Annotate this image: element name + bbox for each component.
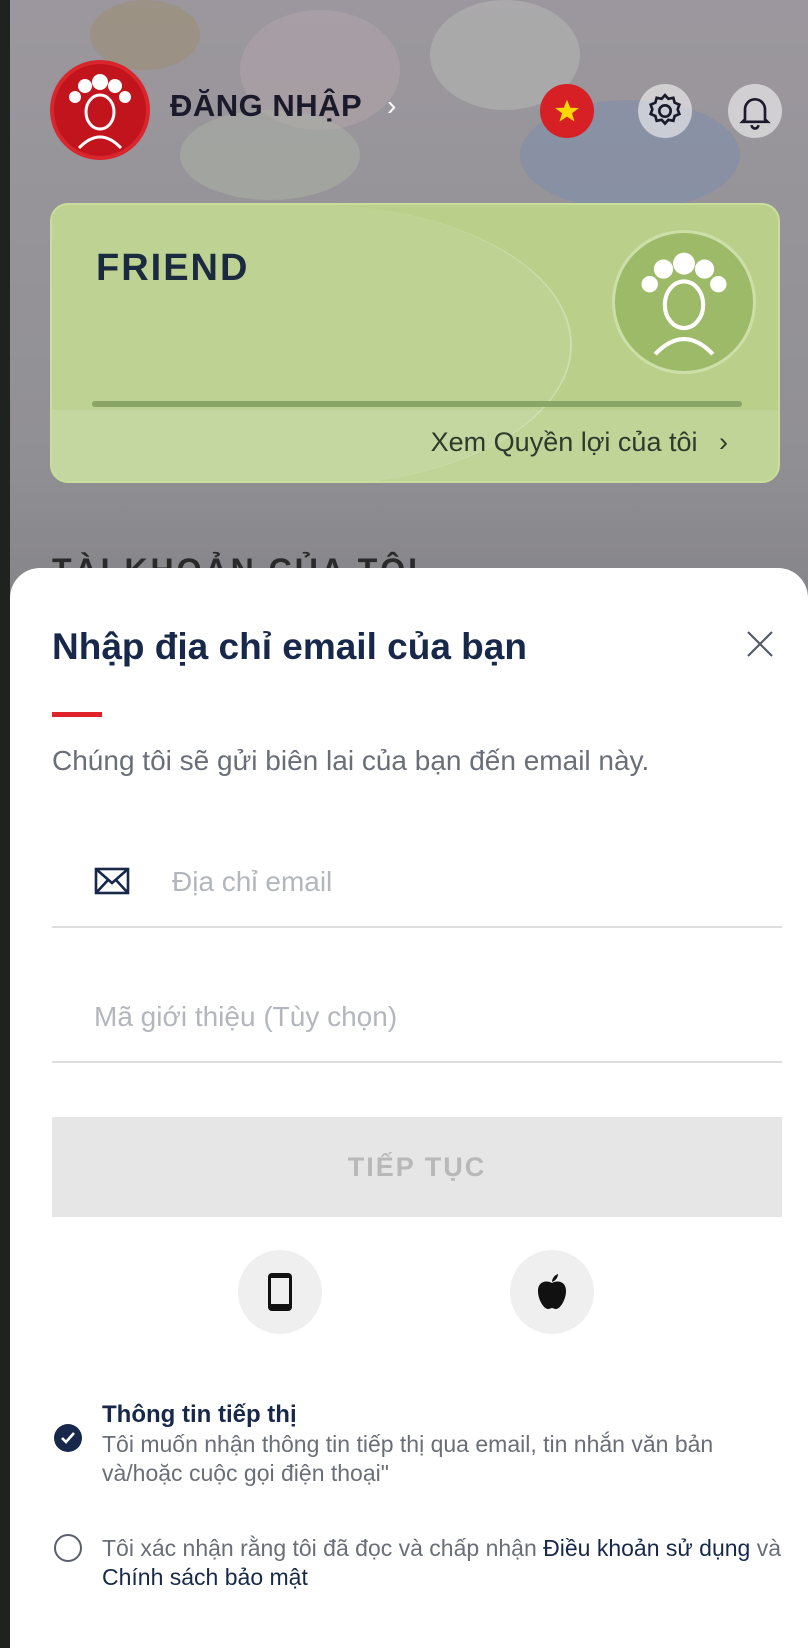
brand-emblem-icon xyxy=(612,230,756,374)
chevron-right-icon: › xyxy=(387,90,397,121)
phone-icon xyxy=(268,1273,292,1311)
benefits-link-label: Xem Quyền lợi của tôi xyxy=(430,427,698,457)
title-accent-bar xyxy=(52,712,102,717)
terms-of-use-link[interactable]: Điều khoản sử dụng xyxy=(543,1535,750,1561)
check-icon xyxy=(61,1432,75,1444)
email-input[interactable] xyxy=(172,860,752,904)
sheet-title: Nhập địa chỉ email của bạn xyxy=(52,626,527,667)
referral-field xyxy=(52,973,782,1063)
chevron-right-icon: › xyxy=(719,427,728,457)
membership-tier: FRIEND xyxy=(96,247,250,289)
close-icon[interactable] xyxy=(740,624,780,664)
login-link[interactable]: ĐĂNG NHẬP xyxy=(170,88,362,124)
sheet-subtitle: Chúng tôi sẽ gửi biên lai của bạn đến em… xyxy=(52,745,650,776)
marketing-checkbox[interactable] xyxy=(54,1424,82,1452)
terms-checkbox[interactable] xyxy=(54,1534,82,1562)
email-bottom-sheet: Nhập địa chỉ email của bạn Chúng tôi sẽ … xyxy=(10,568,808,1648)
apple-login-button[interactable] xyxy=(510,1250,594,1334)
terms-prefix: Tôi xác nhận rằng tôi đã đọc và chấp nhậ… xyxy=(102,1535,544,1561)
progress-bar xyxy=(92,401,742,407)
gear-icon[interactable] xyxy=(638,84,692,138)
referral-code-input[interactable] xyxy=(94,995,734,1039)
mail-icon xyxy=(94,867,130,895)
marketing-title: Thông tin tiếp thị xyxy=(102,1401,297,1428)
app-screen: ĐĂNG NHẬP › FRIEND Xem Quyền lợi của tôi… xyxy=(10,0,808,1648)
continue-button[interactable]: TIẾP TỤC xyxy=(52,1117,782,1217)
phone-login-button[interactable] xyxy=(238,1250,322,1334)
membership-card[interactable]: FRIEND Xem Quyền lợi của tôi › xyxy=(50,203,780,483)
terms-consent-text: Tôi xác nhận rằng tôi đã đọc và chấp nhậ… xyxy=(102,1534,782,1592)
marketing-consent-text: Tôi muốn nhận thông tin tiếp thị qua ema… xyxy=(102,1431,714,1486)
avatar-icon[interactable] xyxy=(50,60,150,160)
privacy-policy-link[interactable]: Chính sách bảo mật xyxy=(102,1564,308,1590)
bell-icon[interactable] xyxy=(728,84,782,138)
apple-icon xyxy=(538,1274,566,1309)
terms-connector: và xyxy=(750,1535,782,1561)
email-field xyxy=(52,838,782,928)
benefits-link[interactable]: Xem Quyền lợi của tôi › xyxy=(431,427,728,458)
vietnam-flag-icon[interactable] xyxy=(540,84,594,138)
